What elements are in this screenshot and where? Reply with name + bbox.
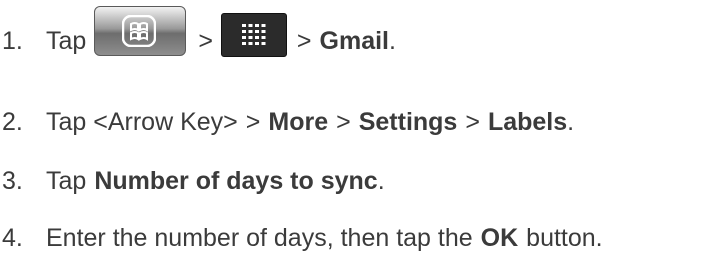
step-1: 1. Tap > > Gmail.: [2, 6, 396, 57]
separator: >: [336, 108, 351, 136]
step-number: 3.: [2, 167, 23, 195]
period: .: [389, 27, 396, 55]
number-of-days-label: Number of days to sync: [94, 167, 378, 195]
step-number: 1.: [2, 27, 23, 55]
period: .: [377, 167, 385, 195]
step-text: Tap: [46, 27, 87, 55]
period: .: [567, 108, 575, 136]
step-text: Tap: [46, 167, 87, 195]
step-text: Tap <Arrow Key>: [46, 108, 238, 136]
home-key-icon: [94, 6, 187, 56]
step-2: 2. Tap <Arrow Key> > More > Settings > L…: [2, 107, 574, 137]
app-grid-icon: [220, 13, 287, 57]
step-3: 3. Tap Number of days to sync.: [2, 166, 385, 196]
separator: >: [245, 108, 261, 136]
step-4: 4. Enter the number of days, then tap th…: [2, 223, 603, 253]
step-text-end: button.: [526, 224, 603, 252]
labels-label: Labels: [487, 108, 568, 136]
separator: >: [198, 27, 213, 55]
more-label: More: [268, 108, 329, 136]
separator: >: [465, 108, 480, 136]
step-number: 4.: [2, 224, 23, 252]
gmail-label: Gmail: [319, 27, 390, 55]
step-text: Enter the number of days, then tap the: [46, 224, 473, 252]
separator: >: [296, 27, 312, 55]
ok-label: OK: [480, 224, 519, 252]
step-number: 2.: [2, 108, 23, 136]
settings-label: Settings: [358, 108, 458, 136]
